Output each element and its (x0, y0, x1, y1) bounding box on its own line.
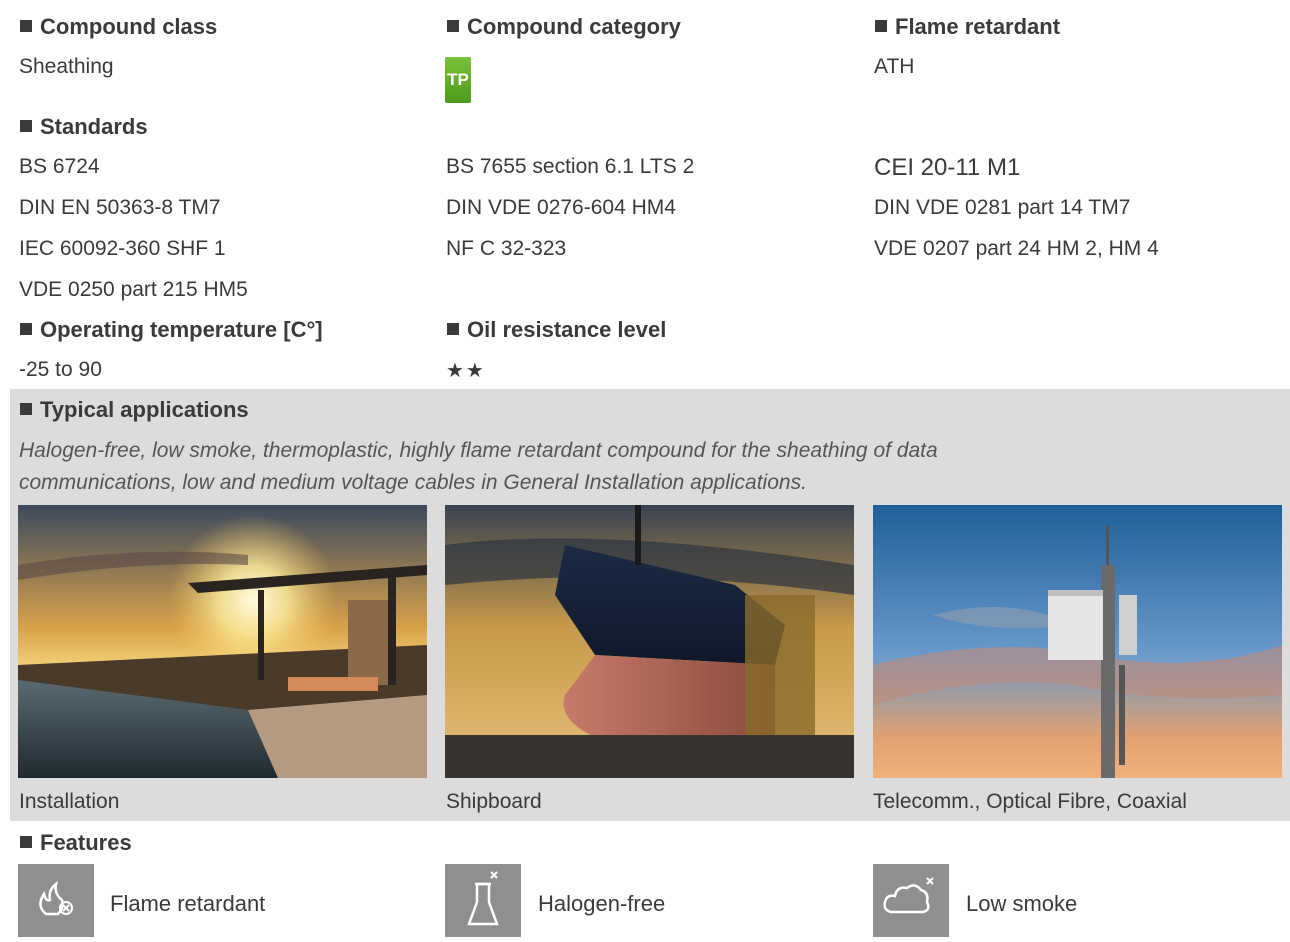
compound-class-value: Sheathing (19, 55, 114, 78)
cloud-x-icon (873, 864, 949, 937)
standard-item: DIN EN 50363-8 TM7 (19, 196, 221, 219)
standard-item: CEI 20-11 M1 (874, 154, 1021, 181)
tp-category-badge: TP (445, 57, 471, 103)
image-caption: Telecomm., Optical Fibre, Coaxial (873, 790, 1187, 813)
bullet-square-icon (447, 20, 459, 32)
standard-item: VDE 0250 part 215 HM5 (19, 278, 248, 301)
operating-temperature-value: -25 to 90 (19, 358, 102, 381)
villa-pool-sunset-photo (18, 505, 427, 778)
standard-item: DIN VDE 0281 part 14 TM7 (874, 196, 1131, 219)
feature-label: Low smoke (966, 891, 1078, 916)
bullet-square-icon (447, 323, 459, 335)
flask-x-icon (445, 864, 521, 937)
bullet-square-icon (20, 20, 32, 32)
standard-item: IEC 60092-360 SHF 1 (19, 237, 226, 260)
flame-x-icon (18, 864, 94, 937)
bullet-square-icon (20, 836, 32, 848)
standards-heading: Standards (20, 114, 148, 140)
bullet-square-icon (20, 323, 32, 335)
oil-resistance-heading: Oil resistance level (447, 317, 666, 343)
feature-label: Flame retardant (110, 891, 266, 916)
standard-item: BS 6724 (19, 155, 100, 178)
image-caption: Shipboard (446, 790, 542, 813)
flame-retardant-value: ATH (874, 55, 915, 78)
bullet-square-icon (875, 20, 887, 32)
standard-item: DIN VDE 0276-604 HM4 (446, 196, 676, 219)
feature-label: Halogen-free (538, 891, 666, 916)
applications-description: Halogen-free, low smoke, thermoplastic, … (19, 439, 938, 494)
oil-resistance-stars: ★★ (446, 360, 486, 382)
compound-class-heading: Compound class (20, 14, 217, 40)
flame-retardant-heading: Flame retardant (875, 14, 1060, 40)
bullet-square-icon (20, 403, 32, 415)
standard-item: NF C 32-323 (446, 237, 567, 260)
standard-item: BS 7655 section 6.1 LTS 2 (446, 155, 695, 178)
standard-item: VDE 0207 part 24 HM 2, HM 4 (874, 237, 1159, 260)
telecom-tower-photo (873, 505, 1282, 778)
bullet-square-icon (20, 120, 32, 132)
ship-drydock-photo (445, 505, 854, 778)
features-heading: Features (20, 830, 132, 856)
compound-category-heading: Compound category (447, 14, 681, 40)
typical-applications-heading: Typical applications (20, 397, 249, 423)
image-caption: Installation (19, 790, 120, 813)
operating-temperature-heading: Operating temperature [C°] (20, 317, 323, 343)
